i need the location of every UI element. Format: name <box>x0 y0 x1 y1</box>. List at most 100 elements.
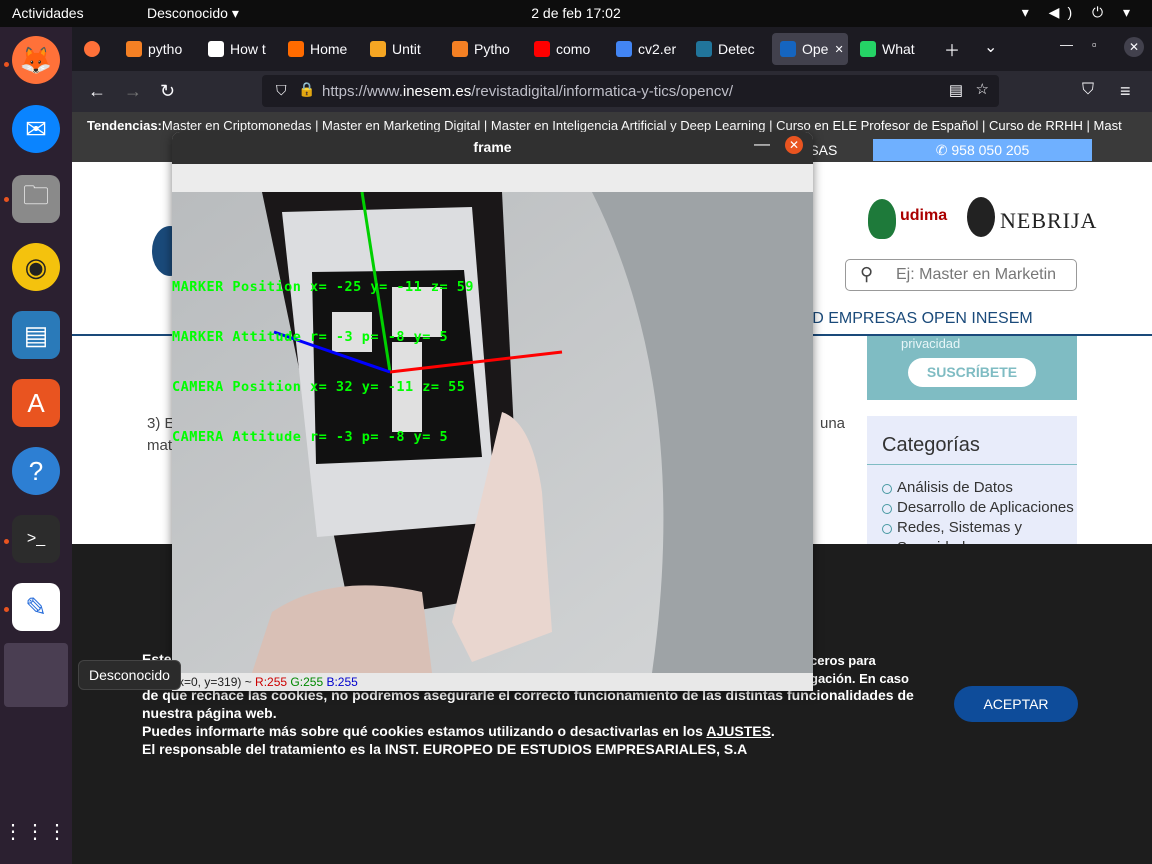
tab-label: pytho <box>148 41 183 57</box>
browser-tab[interactable]: What <box>852 33 930 65</box>
back-icon[interactable]: ← <box>88 81 106 102</box>
tab-close-icon[interactable]: ✕ <box>834 43 843 56</box>
newsletter-box: privacidad SUSCRÍBETE <box>867 336 1077 400</box>
help-icon[interactable]: ? <box>12 447 60 495</box>
list-tabs-icon[interactable]: ⌄ <box>984 37 997 57</box>
new-tab-button[interactable]: ＋ <box>944 37 960 61</box>
search-input[interactable]: ⚲ Ej: Master en Marketin <box>845 259 1077 291</box>
main-menu[interactable]: DAD EMPRESAS OPEN INESEM <box>790 310 1033 328</box>
browser-tab[interactable]: Home <box>280 33 358 65</box>
minimize-button[interactable]: — <box>1060 37 1073 52</box>
cookie-line: gación. En caso <box>810 671 909 686</box>
tab-label: Home <box>310 41 348 57</box>
rhythmbox-icon[interactable]: ◉ <box>12 243 60 291</box>
subscribe-button[interactable]: SUSCRÍBETE <box>908 358 1036 387</box>
category-item[interactable]: Análisis de Datos <box>882 478 1074 498</box>
close-button[interactable]: ✕ <box>785 136 803 154</box>
minimize-button[interactable]: — <box>754 136 770 154</box>
running-indicator <box>4 62 9 67</box>
window-title[interactable]: frame <box>172 132 813 164</box>
url-path: /revistadigital/informatica-y-tics/openc… <box>471 83 733 100</box>
category-item[interactable]: Redes, Sistemas y <box>882 518 1074 538</box>
running-indicator <box>4 197 9 202</box>
shield-icon[interactable]: ⛉ <box>276 82 287 99</box>
categories-divider <box>867 464 1077 465</box>
browser-tab[interactable]: How t <box>200 33 278 65</box>
url-bar[interactable]: ⛉ 🔒 https://www.inesem.es/revistadigital… <box>262 75 999 107</box>
running-indicator <box>4 539 9 544</box>
tab-label: Untit <box>392 41 421 57</box>
overlay-camera-attitude: CAMERA Attitude r= -3 p= -8 y= 5 <box>172 429 449 445</box>
tab-favicon-icon <box>208 41 224 57</box>
cookie-line-text: Puedes informarte más sobre qué cookies … <box>142 723 707 739</box>
dock-tooltip: Desconocido <box>78 660 181 690</box>
tab-favicon-icon <box>288 41 304 57</box>
trends-links[interactable]: Master en Criptomonedas | Master en Mark… <box>162 118 1122 133</box>
opencv-frame-window: frame — ✕ MARKER Position x= -25 y= -11 … <box>172 132 813 691</box>
settings-link[interactable]: AJUSTES <box>706 723 771 739</box>
system-tray[interactable]: ▾ ◀) ⏻ ▾ <box>1022 4 1138 21</box>
camera-feed[interactable]: MARKER Position x= -25 y= -11 z= 59 MARK… <box>172 192 813 673</box>
privacy-text: privacidad <box>901 336 961 351</box>
tab-favicon-icon <box>370 41 386 57</box>
show-apps-icon[interactable]: ⋮⋮⋮ <box>3 807 67 855</box>
maximize-button[interactable]: ▫ <box>1092 37 1097 52</box>
clock[interactable]: 2 de feb 17:02 <box>0 5 1152 21</box>
cookie-line: nuestra página web. <box>142 705 277 721</box>
tab-favicon-icon <box>534 41 550 57</box>
udima-logo-text[interactable]: udima <box>900 207 947 225</box>
browser-tab[interactable]: Untit <box>362 33 440 65</box>
browser-tab[interactable]: pytho <box>118 33 196 65</box>
tab-favicon-icon <box>126 41 142 57</box>
overlay-camera-position: CAMERA Position x= 32 y= -11 z= 55 <box>172 379 466 395</box>
close-button[interactable]: ✕ <box>1124 37 1144 57</box>
trends-label: Tendencias: <box>87 118 162 133</box>
browser-tab[interactable]: cv2.er <box>608 33 686 65</box>
forward-icon[interactable]: → <box>124 81 142 102</box>
browser-tab[interactable]: Pytho <box>444 33 522 65</box>
bookmark-star-icon[interactable]: ☆ <box>976 80 989 98</box>
url-host: inesem.es <box>402 83 472 100</box>
lock-icon[interactable]: 🔒 <box>298 81 315 98</box>
browser-tab[interactable]: Detec <box>688 33 766 65</box>
tab-label: Ope <box>802 41 829 57</box>
nebrija-logo-text[interactable]: NEBRIJA <box>1000 208 1097 234</box>
firefox-view-icon[interactable] <box>76 33 112 65</box>
phone-number: 958 050 205 <box>951 142 1030 158</box>
reload-icon[interactable]: ↻ <box>160 81 175 102</box>
browser-tab[interactable]: como <box>526 33 604 65</box>
running-indicator <box>4 607 9 612</box>
files-icon[interactable]: 🗀 <box>12 175 60 223</box>
tab-label: como <box>556 41 591 57</box>
tab-label: Detec <box>718 41 755 57</box>
status-bar: (x=0, y=319) ~ R:255 G:255 B:255 <box>172 673 813 691</box>
search-icon[interactable]: ⚲ <box>860 264 873 285</box>
reader-mode-icon[interactable]: ▤ <box>949 81 963 99</box>
status-b: B:255 <box>326 675 358 689</box>
pocket-icon[interactable]: ⛉ <box>1082 81 1094 99</box>
writer-icon[interactable]: ▤ <box>12 311 60 359</box>
system-topbar: Actividades Desconocido ▾ 2 de feb 17:02… <box>0 0 1152 27</box>
article-fragment: 3) E <box>147 415 175 432</box>
software-icon[interactable]: A <box>12 379 60 427</box>
cookie-line: ceros para <box>810 653 876 668</box>
cookie-line-text: . <box>770 723 775 739</box>
status-position: (x=0, y=319) ~ <box>174 675 256 689</box>
tab-bar: pytho How t Home Untit Pytho como cv2.er Detec O… <box>72 27 1152 71</box>
text-editor-icon[interactable]: ✎ <box>12 583 60 631</box>
browser-tab[interactable]: Ope ✕ <box>772 33 848 65</box>
menu-icon[interactable]: ≡ <box>1120 81 1131 102</box>
phone-button[interactable]: ✆ 958 050 205 <box>873 139 1092 161</box>
firefox-icon[interactable]: 🦊 <box>12 36 60 84</box>
cookie-line: Puedes informarte más sobre qué cookies … <box>142 722 914 740</box>
search-placeholder: Ej: Master en Marketin <box>896 266 1057 283</box>
tab-favicon-icon <box>860 41 876 57</box>
tab-label: cv2.er <box>638 41 677 57</box>
accept-button[interactable]: ACEPTAR <box>954 686 1078 722</box>
terminal-icon[interactable]: >_ <box>12 515 60 563</box>
tab-favicon-icon <box>780 41 796 57</box>
thunderbird-icon[interactable]: ✉ <box>12 105 60 153</box>
window-toolbar <box>172 164 813 192</box>
category-item[interactable]: Desarrollo de Aplicaciones <box>882 498 1074 518</box>
unknown-app-icon[interactable] <box>4 643 68 707</box>
